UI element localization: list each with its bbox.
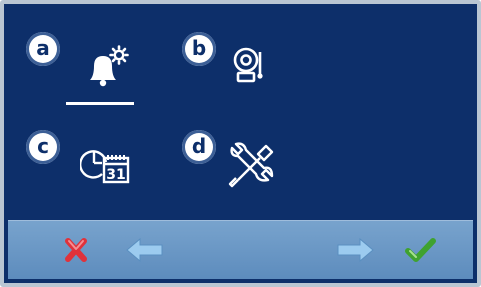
arrow-left-icon: [126, 237, 163, 263]
bottom-toolbar: [8, 220, 473, 279]
menu-item-c[interactable]: c 31: [24, 128, 144, 218]
selected-underline: [66, 102, 134, 105]
menu-badge-d: d: [182, 130, 216, 164]
calendar-day-label: 31: [106, 167, 125, 183]
arrow-right-icon: [337, 237, 374, 263]
close-icon: [65, 238, 87, 262]
menu-badge-c: c: [26, 130, 60, 164]
menu-item-d[interactable]: d: [180, 128, 300, 218]
settings-screen: a b c 31 d: [0, 0, 481, 287]
check-icon: [405, 238, 436, 262]
back-button[interactable]: [124, 235, 166, 265]
wrench-screwdriver-icon: [228, 142, 274, 188]
menu-item-b[interactable]: b: [180, 28, 300, 118]
forward-button[interactable]: [334, 235, 376, 265]
menu-badge-b: b: [182, 32, 216, 66]
menu-item-a[interactable]: a: [24, 28, 144, 118]
menu-badge-a: a: [26, 32, 60, 66]
clock-calendar-icon: 31: [80, 150, 130, 184]
alarm-bell-icon: [233, 47, 263, 83]
confirm-button[interactable]: [402, 235, 438, 265]
bell-gear-icon: [90, 45, 129, 87]
cancel-button[interactable]: [58, 235, 94, 265]
